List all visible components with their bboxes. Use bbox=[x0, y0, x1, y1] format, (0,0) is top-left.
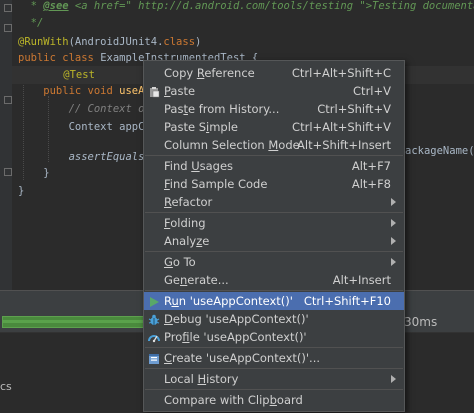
run-icon bbox=[148, 295, 160, 307]
code-line[interactable]: } bbox=[18, 182, 24, 200]
code-token: <a href=" http://d.android.com/tools/tes… bbox=[74, 0, 474, 12]
menu-item-paste-from-history[interactable]: Paste from History... Ctrl+Shift+V bbox=[144, 100, 404, 118]
menu-item-label: Find Usages bbox=[164, 159, 234, 173]
menu-item-debug-useappcontext[interactable]: Debug 'useAppContext()' bbox=[144, 310, 404, 328]
create-icon bbox=[148, 352, 160, 364]
menu-item-compare-with-clipboard[interactable]: Compare with Clipboard bbox=[144, 391, 404, 409]
menu-item-shortcut: Ctrl+Shift+V bbox=[317, 102, 391, 116]
menu-item-label: Local History bbox=[164, 372, 239, 386]
code-token: ) bbox=[195, 36, 202, 48]
menu-item-label: Analyze bbox=[164, 234, 210, 248]
menu-item-label: Paste from History... bbox=[164, 102, 280, 116]
menu-item-label: Column Selection Mode bbox=[164, 138, 300, 152]
submenu-arrow-icon bbox=[391, 375, 396, 383]
fold-marker[interactable] bbox=[4, 96, 12, 104]
menu-item-find-sample-code[interactable]: Find Sample Code Alt+F8 bbox=[144, 175, 404, 193]
code-token: (AndroidJUnit4. bbox=[68, 36, 164, 48]
menu-item-local-history[interactable]: Local History bbox=[144, 370, 404, 388]
menu-item-label: Paste Simple bbox=[164, 120, 238, 134]
code-token: @see bbox=[43, 0, 69, 12]
menu-item-shortcut: Alt+F7 bbox=[351, 159, 391, 173]
code-token: @RunWith bbox=[18, 36, 69, 48]
submenu-arrow-icon bbox=[391, 258, 396, 266]
fold-marker[interactable] bbox=[4, 168, 12, 176]
menu-item-label: Copy Reference bbox=[164, 66, 255, 80]
menu-item-copy-reference[interactable]: Copy Reference Ctrl+Alt+Shift+C bbox=[144, 64, 404, 82]
paste-icon bbox=[148, 85, 160, 98]
code-token: assertEquals( bbox=[18, 151, 151, 163]
code-token: */ bbox=[18, 17, 44, 29]
menu-separator bbox=[145, 251, 403, 252]
menu-item-go-to[interactable]: Go To bbox=[144, 253, 404, 271]
test-progress-bar bbox=[2, 316, 148, 328]
menu-item-label: Debug 'useAppContext()' bbox=[164, 312, 309, 326]
test-run-time: 30ms bbox=[404, 315, 438, 329]
code-token: public class bbox=[18, 52, 101, 64]
profile-icon bbox=[148, 331, 160, 343]
menu-item-label: Run 'useAppContext()' bbox=[164, 294, 293, 308]
menu-item-shortcut: Ctrl+Alt+Shift+C bbox=[291, 66, 391, 80]
menu-item-run-useappcontext[interactable]: Run 'useAppContext()' Ctrl+Shift+F10 bbox=[144, 292, 404, 310]
submenu-arrow-icon bbox=[391, 198, 396, 206]
menu-item-label: Paste bbox=[164, 84, 196, 98]
menu-item-shortcut: Alt+Shift+Insert bbox=[297, 138, 391, 152]
code-token: * bbox=[18, 0, 44, 12]
menu-separator bbox=[145, 155, 403, 156]
menu-item-shortcut: Ctrl+Shift+F10 bbox=[303, 294, 391, 308]
code-token: class bbox=[163, 36, 196, 48]
menu-item-shortcut: Alt+F8 bbox=[351, 177, 391, 191]
code-line[interactable]: } bbox=[18, 164, 50, 182]
menu-item-column-selection-mode[interactable]: Column Selection Mode Alt+Shift+Insert bbox=[144, 136, 404, 154]
menu-item-label: Compare with Clipboard bbox=[164, 393, 303, 407]
menu-separator bbox=[145, 389, 403, 390]
fold-marker[interactable] bbox=[4, 24, 12, 32]
menu-separator bbox=[145, 290, 403, 291]
menu-item-label: Go To bbox=[164, 255, 196, 269]
code-overflow-text: ackageName()); bbox=[405, 145, 474, 157]
menu-item-label: Create 'useAppContext()'... bbox=[164, 351, 321, 365]
menu-separator bbox=[145, 212, 403, 213]
debug-icon bbox=[148, 313, 160, 325]
menu-item-label: Refactor bbox=[164, 195, 213, 209]
menu-item-profile-useappcontext[interactable]: Profile 'useAppContext()' bbox=[144, 328, 404, 346]
test-tree-item[interactable]: cs bbox=[0, 379, 12, 395]
menu-item-create-useappcontext[interactable]: Create 'useAppContext()'... bbox=[144, 349, 404, 367]
menu-item-analyze[interactable]: Analyze bbox=[144, 232, 404, 250]
menu-item-paste-simple[interactable]: Paste Simple Ctrl+Alt+Shift+V bbox=[144, 118, 404, 136]
code-line[interactable]: * @see <a href=" http://d.android.com/to… bbox=[18, 0, 474, 15]
menu-item-folding[interactable]: Folding bbox=[144, 214, 404, 232]
menu-item-refactor[interactable]: Refactor bbox=[144, 193, 404, 211]
fold-marker[interactable] bbox=[4, 4, 12, 12]
menu-item-shortcut: Alt+Insert bbox=[332, 273, 391, 287]
menu-item-shortcut: Ctrl+V bbox=[353, 84, 391, 98]
code-line[interactable]: */ bbox=[18, 14, 44, 32]
code-token: @Test bbox=[38, 69, 95, 81]
menu-item-label: Folding bbox=[164, 216, 206, 230]
editor-gutter bbox=[0, 0, 12, 290]
menu-item-generate[interactable]: Generate... Alt+Insert bbox=[144, 271, 404, 289]
menu-separator bbox=[145, 347, 403, 348]
menu-item-label: Generate... bbox=[164, 273, 229, 287]
menu-item-find-usages[interactable]: Find Usages Alt+F7 bbox=[144, 157, 404, 175]
menu-item-label: Profile 'useAppContext()' bbox=[164, 330, 307, 344]
code-token: } bbox=[18, 185, 25, 197]
submenu-arrow-icon bbox=[391, 219, 396, 227]
menu-item-label: Find Sample Code bbox=[164, 177, 268, 191]
menu-item-paste[interactable]: Paste Ctrl+V bbox=[144, 82, 404, 100]
menu-item-shortcut: Ctrl+Alt+Shift+V bbox=[292, 120, 391, 134]
code-token: } bbox=[18, 167, 50, 179]
menu-separator bbox=[145, 368, 403, 369]
submenu-arrow-icon bbox=[391, 237, 396, 245]
code-token: public void bbox=[18, 85, 120, 97]
editor-context-menu: Copy Reference Ctrl+Alt+Shift+C Paste Ctrl+… bbox=[143, 60, 405, 412]
